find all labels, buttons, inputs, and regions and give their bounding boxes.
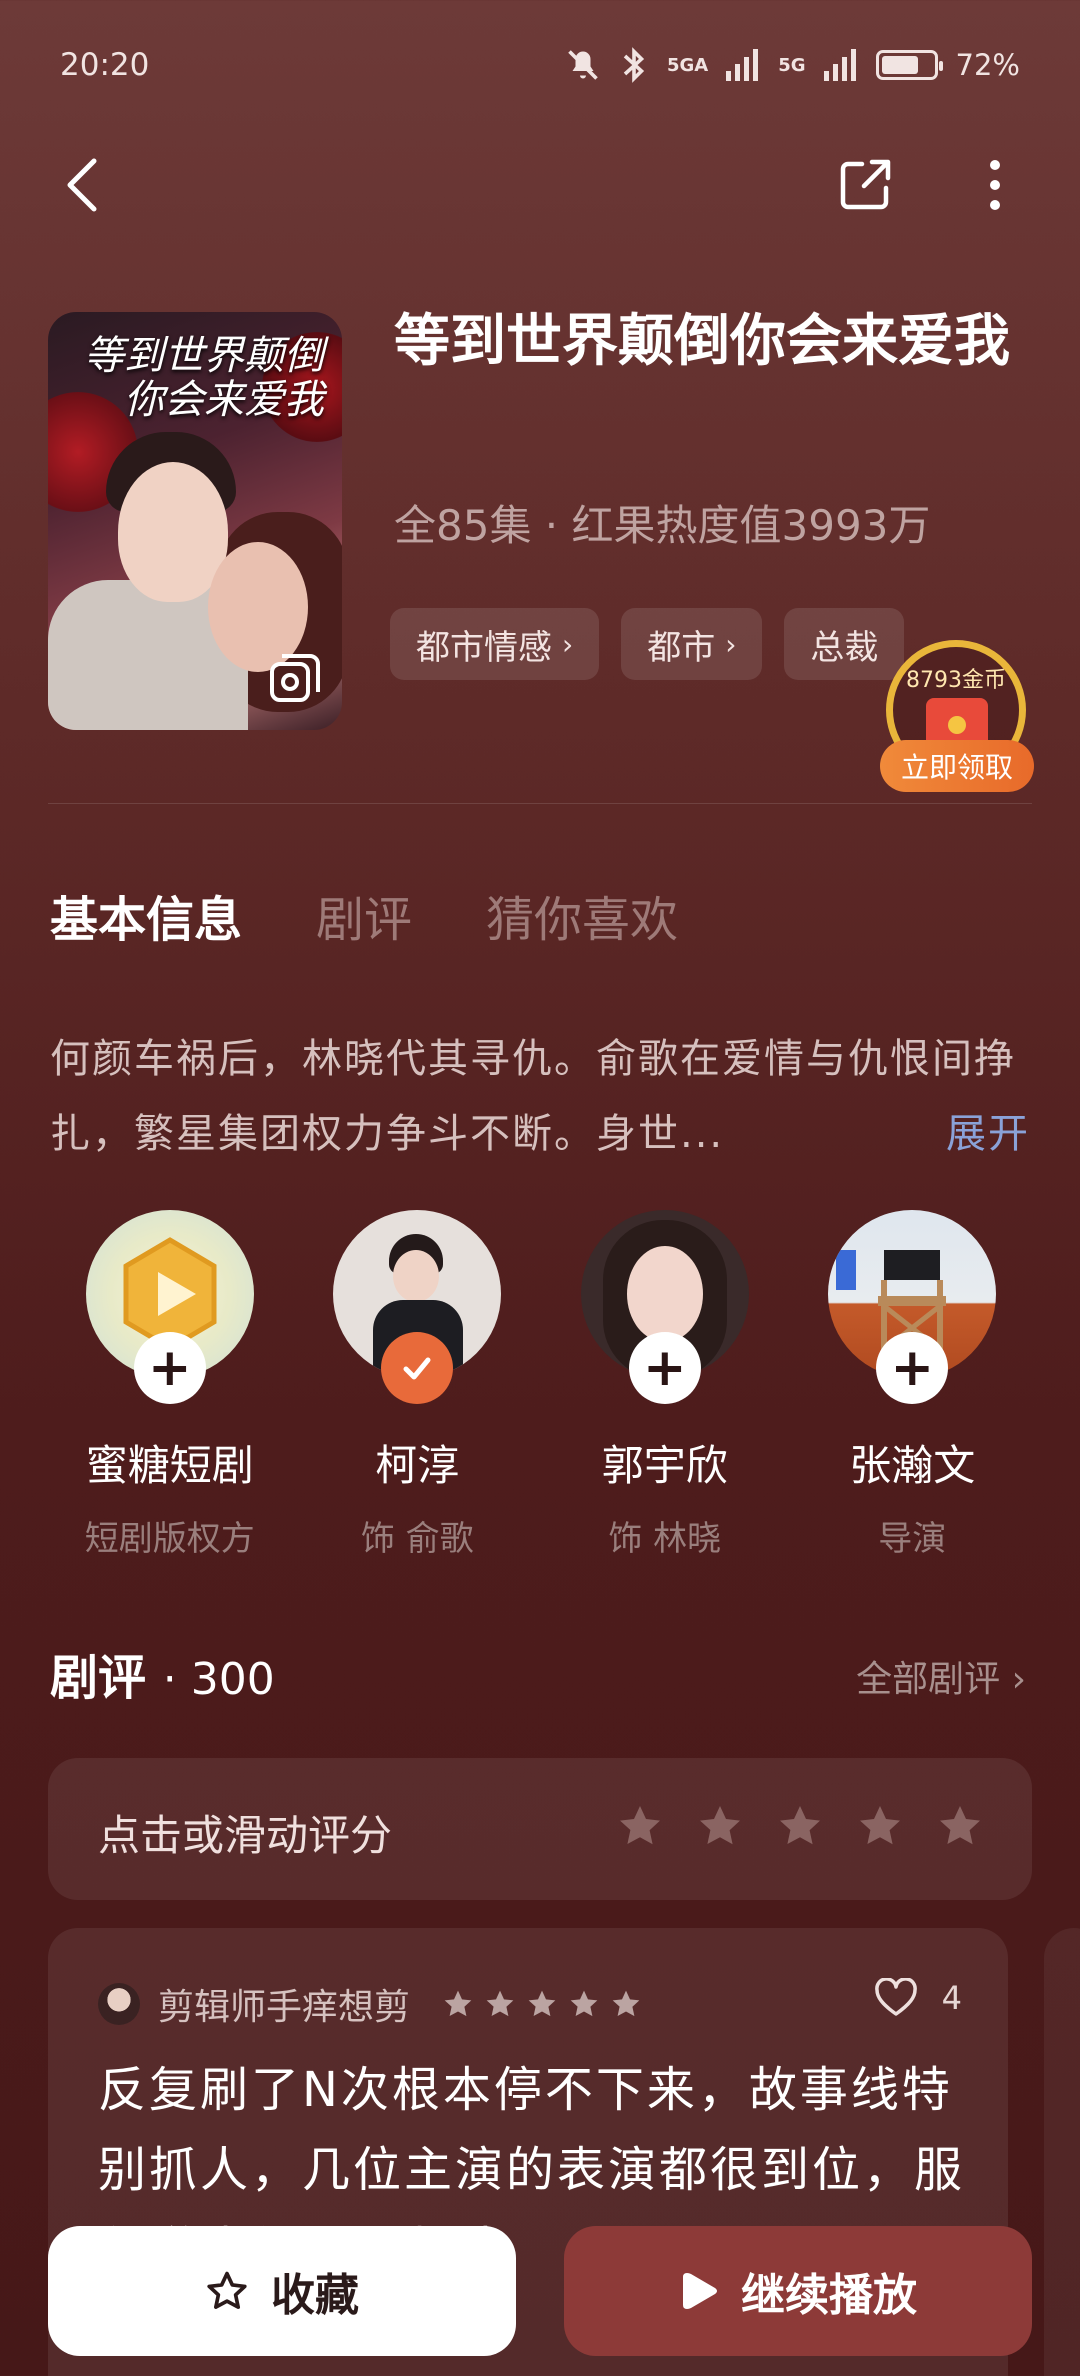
avatar: + <box>828 1210 997 1404</box>
bluetooth-icon <box>623 47 645 83</box>
tag-1[interactable]: 都市 › <box>621 608 763 680</box>
more-button[interactable] <box>960 150 1030 220</box>
signal-bars-icon-1 <box>726 49 759 81</box>
play-icon <box>683 2273 717 2309</box>
review-username[interactable]: 剪辑师手痒想剪 <box>158 1978 410 2030</box>
review-author: 剪辑师手痒想剪 <box>98 1978 642 2030</box>
tab-recommendations[interactable]: 猜你喜欢 <box>486 880 678 950</box>
cast-member-2[interactable]: + 郭宇欣 饰 林晓 <box>541 1210 789 1560</box>
review-rating <box>442 1988 642 2020</box>
star-icon <box>570 1990 598 2017</box>
cast-role: 饰 俞歌 <box>360 1519 474 1559</box>
star-outline-icon <box>207 2271 247 2309</box>
cast-role: 短剧版权方 <box>84 1519 255 1559</box>
review-card-next[interactable] <box>1044 1928 1080 2376</box>
mute-icon <box>568 50 598 80</box>
followed-button[interactable] <box>381 1332 454 1404</box>
star-icon[interactable] <box>856 1802 904 1850</box>
continue-play-button[interactable]: 继续播放 <box>564 2226 1032 2356</box>
poster-title-line2: 你会来爱我 <box>124 377 324 423</box>
cast-name: 郭宇欣 <box>601 1441 728 1490</box>
coin-amount: 8793金币 <box>906 668 1006 693</box>
signal-5ga-label: 5GA <box>666 54 709 76</box>
cast-member-0[interactable]: + 蜜糖短剧 短剧版权方 <box>46 1210 294 1560</box>
star-icon[interactable] <box>616 1802 664 1850</box>
genre-tags: 都市情感 › 都市 › 总裁 <box>390 608 905 680</box>
tag-label: 都市情感 <box>416 627 552 668</box>
battery-percent: 72% <box>955 48 1020 82</box>
like-count: 4 <box>941 1979 962 2017</box>
reviews-header: 剧评 · 300 <box>50 1638 275 1708</box>
avatar: + <box>580 1210 749 1404</box>
more-vertical-icon <box>990 160 1000 210</box>
chevron-right-icon: › <box>1011 1659 1026 1700</box>
rating-box[interactable]: 点击或滑动评分 <box>48 1758 1032 1900</box>
reviews-title: 剧评 <box>50 1650 147 1706</box>
tag-label: 都市 <box>647 627 716 668</box>
tab-reviews[interactable]: 剧评 <box>316 880 412 950</box>
rating-stars[interactable] <box>616 1802 984 1850</box>
all-reviews-link[interactable]: 全部剧评 › <box>856 1650 1026 1702</box>
coin-reward-widget[interactable]: 8793金币 立即领取 <box>880 640 1040 792</box>
heart-icon <box>874 1978 917 2016</box>
star-icon <box>612 1990 640 2017</box>
cast-list: + 蜜糖短剧 短剧版权方 柯淳 饰 俞歌 + 郭宇欣 饰 林晓 + 张瀚文 导演 <box>46 1210 1036 1560</box>
check-icon <box>403 1357 431 1380</box>
rating-prompt: 点击或滑动评分 <box>98 1811 393 1860</box>
star-icon <box>528 1990 556 2017</box>
cast-role: 饰 林晓 <box>608 1519 722 1559</box>
top-nav <box>60 140 1030 230</box>
star-icon <box>486 1990 514 2017</box>
divider <box>48 803 1032 804</box>
star-icon[interactable] <box>936 1802 984 1850</box>
drama-title: 等到世界颠倒你会来爱我 <box>394 309 1010 374</box>
detail-tabs: 基本信息 剧评 猜你喜欢 <box>50 880 678 950</box>
star-icon <box>444 1990 472 2017</box>
share-icon <box>840 159 891 210</box>
cast-role: 导演 <box>878 1519 947 1559</box>
favorite-label: 收藏 <box>271 2270 359 2321</box>
cast-name: 柯淳 <box>375 1441 460 1490</box>
cast-name: 蜜糖短剧 <box>85 1441 254 1490</box>
drama-meta: 全85集 · 红果热度值3993万 <box>394 501 931 550</box>
follow-button[interactable]: + <box>628 1332 701 1404</box>
tab-basic-info[interactable]: 基本信息 <box>50 880 242 950</box>
cast-name: 张瀚文 <box>849 1441 976 1490</box>
signal-bars-icon-2 <box>823 49 856 81</box>
poster-title: 等到世界颠倒 你会来爱我 <box>84 334 324 422</box>
status-bar: 20:20 5GA 5G 72% <box>60 40 1020 90</box>
drama-poster[interactable]: 等到世界颠倒 你会来爱我 <box>48 312 342 730</box>
battery-icon <box>875 50 943 80</box>
tag-0[interactable]: 都市情感 › <box>390 608 600 680</box>
cast-member-1[interactable]: 柯淳 饰 俞歌 <box>294 1210 542 1560</box>
follow-button[interactable]: + <box>876 1332 949 1404</box>
back-button[interactable] <box>60 150 130 220</box>
avatar: + <box>85 1210 254 1404</box>
share-button[interactable] <box>830 150 900 220</box>
avatar[interactable] <box>98 1983 140 2025</box>
synopsis-text: 何颜车祸后，林晓代其寻仇。俞歌在爱情与仇恨间挣扎，繁星集团权力争斗不断。身世..… <box>50 1036 1016 1157</box>
expand-link[interactable]: 展开 <box>946 1097 1030 1172</box>
favorite-button[interactable]: 收藏 <box>48 2226 516 2356</box>
signal-5g-label: 5G <box>778 54 806 76</box>
cast-member-3[interactable]: + 张瀚文 导演 <box>789 1210 1037 1560</box>
reviews-count: · 300 <box>162 1654 275 1705</box>
star-icon[interactable] <box>776 1802 824 1850</box>
star-icon[interactable] <box>696 1802 744 1850</box>
all-reviews-label: 全部剧评 <box>856 1659 1001 1700</box>
poster-title-line1: 等到世界颠倒 <box>84 333 324 379</box>
claim-coins-button[interactable]: 立即领取 <box>880 740 1034 792</box>
chevron-right-icon: › <box>562 627 574 661</box>
status-time: 20:20 <box>60 47 150 83</box>
synopsis: 何颜车祸后，林晓代其寻仇。俞歌在爱情与仇恨间挣扎，繁星集团权力争斗不断。身世..… <box>50 1022 1030 1172</box>
gallery-icon[interactable] <box>268 652 322 706</box>
tag-label: 总裁 <box>810 627 879 668</box>
avatar <box>333 1210 502 1404</box>
continue-play-label: 继续播放 <box>741 2270 917 2321</box>
chevron-left-icon <box>67 158 97 212</box>
chevron-right-icon: › <box>725 627 737 661</box>
like-button[interactable]: 4 <box>874 1978 962 2018</box>
follow-button[interactable]: + <box>133 1332 206 1404</box>
status-icons: 5GA 5G 72% <box>565 47 1020 83</box>
